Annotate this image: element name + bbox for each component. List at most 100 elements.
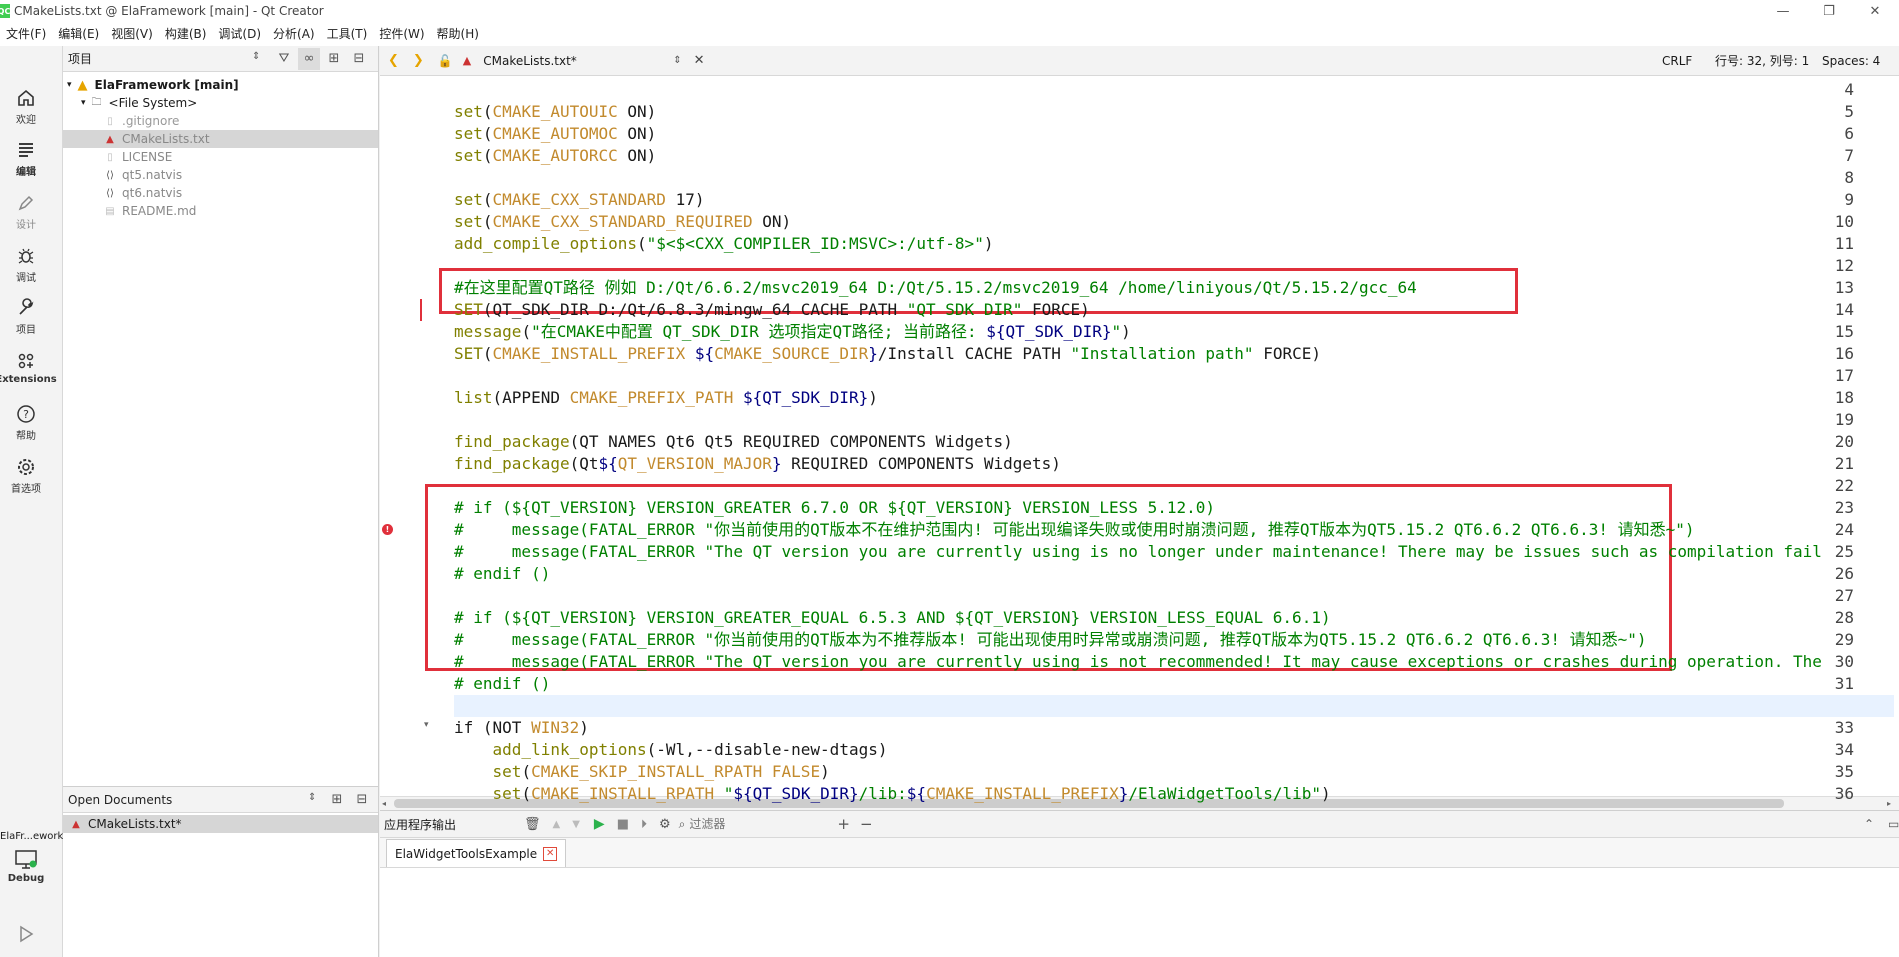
open-document-item[interactable]: ▲ CMakeLists.txt* [63,815,378,833]
code-line[interactable]: # message(FATAL_ERROR "The QT version yo… [454,651,1822,673]
up-arrow-icon[interactable]: ▲ [553,819,561,830]
zoom-in-icon[interactable]: + [837,815,850,833]
open-documents-title[interactable]: Open Documents [68,793,268,807]
back-icon[interactable]: ❮ [388,53,399,68]
code-line[interactable]: set(CMAKE_CXX_STANDARD 17) [454,189,704,211]
code-line[interactable]: set(CMAKE_CXX_STANDARD_REQUIRED ON) [454,211,791,233]
mode-debug[interactable]: 调试 [0,244,52,284]
collapse-icon[interactable]: ⊟ [351,789,373,811]
code-line[interactable]: SET(QT_SDK_DIR D:/Qt/6.8.3/mingw_64 CACH… [454,299,1090,321]
output-filter-input[interactable] [689,814,830,834]
mode-help[interactable]: ? 帮助 [0,402,52,442]
code-line[interactable]: set(CMAKE_AUTORCC ON) [454,145,656,167]
file-icon: ▤ [105,205,115,217]
code-line[interactable]: # if (${QT_VERSION} VERSION_GREATER_EQUA… [454,607,1331,629]
code-line[interactable] [454,695,1894,717]
mode-edit[interactable]: 编辑 [0,138,52,178]
mode-extensions[interactable]: Extensions [0,349,57,385]
code-line[interactable]: message("在CMAKE中配置 QT_SDK_DIR 选项指定QT路径; … [454,321,1131,343]
mode-welcome[interactable]: 欢迎 [0,86,52,126]
project-view-combo[interactable]: 项目 [68,50,268,67]
menu-build[interactable]: 构建(B) [159,22,213,46]
close-panel-icon[interactable]: ▭ [1888,817,1899,831]
line-ending-indicator[interactable]: CRLF [1662,54,1692,68]
tree-file-license[interactable]: ▯ LICENSE [103,148,172,166]
scroll-left-icon[interactable]: ◂ [382,799,390,808]
code-line[interactable]: # if (${QT_VERSION} VERSION_GREATER 6.7.… [454,497,1215,519]
code-line[interactable]: list(APPEND CMAKE_PREFIX_PATH ${QT_SDK_D… [454,387,878,409]
mode-design[interactable]: 设计 [0,191,52,231]
line-number: 12 [1834,256,1854,275]
trash-icon[interactable]: 🗑 [524,817,541,832]
code-line[interactable]: # message(FATAL_ERROR "你当前使用的QT版本不在维护范围内… [454,519,1695,541]
output-tab-elawidgettoolsexample[interactable]: ElaWidgetToolsExample ✕ [386,839,567,867]
tree-project-root[interactable]: ▾ ▲ ElaFramework [main] [67,76,239,94]
code-line[interactable]: if (NOT WIN32) [454,717,589,739]
menu-file[interactable]: 文件(F) [0,22,52,46]
run-icon[interactable]: ▶ [594,816,605,832]
restore-icon[interactable]: ❐ [1806,0,1852,22]
minimize-icon[interactable]: — [1760,0,1806,22]
maximize-panel-icon[interactable]: ⌃ [1864,817,1874,831]
tree-file-qt6-natvis[interactable]: ⟨⟩ qt6.natvis [103,184,182,202]
menu-debug[interactable]: 调试(D) [212,22,267,46]
attach-debugger-icon[interactable]: ⏵ [641,817,647,832]
mode-preferences[interactable]: 首选项 [0,455,52,495]
stop-icon[interactable]: ■ [617,817,629,832]
code-line[interactable]: SET(CMAKE_INSTALL_PREFIX ${CMAKE_SOURCE_… [454,343,1321,365]
code-line[interactable]: set(CMAKE_INSTALL_RPATH "${QT_SDK_DIR}/l… [454,783,1331,805]
close-icon[interactable]: ✕ [1852,0,1898,22]
code-line[interactable]: set(CMAKE_AUTOUIC ON) [454,101,656,123]
tree-file-qt5-natvis[interactable]: ⟨⟩ qt5.natvis [103,166,182,184]
code-line[interactable]: # message(FATAL_ERROR "The QT version yo… [454,541,1822,563]
menu-analyze[interactable]: 分析(A) [267,22,321,46]
cursor-position-indicator[interactable]: 行号: 32, 列号: 1 [1715,52,1809,69]
line-number: 6 [1844,124,1854,143]
menu-help[interactable]: 帮助(H) [431,22,485,46]
expand-arrow-icon: ▾ [67,80,72,90]
error-marker-icon[interactable]: ! [382,524,393,535]
code-line[interactable]: set(CMAKE_AUTOMOC ON) [454,123,656,145]
zoom-out-icon[interactable]: − [860,815,873,833]
code-line[interactable]: add_link_options(-Wl,--disable-new-dtags… [454,739,888,761]
tree-file-gitignore[interactable]: ▯ .gitignore [103,112,179,130]
close-tab-icon[interactable]: ✕ [543,846,558,861]
lock-icon[interactable]: 🔓 [438,54,453,68]
menu-view[interactable]: 视图(V) [105,22,159,46]
menu-edit[interactable]: 编辑(E) [52,22,105,46]
editor-file-combo[interactable]: CMakeLists.txt* [483,54,673,68]
code-line[interactable]: add_compile_options("$<$<CXX_COMPILER_ID… [454,233,993,255]
line-number: 27 [1834,586,1854,605]
tree-file-cmakelists[interactable]: ▲ CMakeLists.txt [63,130,378,148]
close-document-icon[interactable]: ✕ [694,53,705,68]
fold-arrow-icon[interactable]: ▾ [424,720,429,730]
tree-file-readme[interactable]: ▤ README.md [103,202,196,220]
kit-selector[interactable]: Debug [0,848,52,884]
line-number: 17 [1834,366,1854,385]
code-line[interactable]: set(CMAKE_SKIP_INSTALL_RPATH FALSE) [454,761,830,783]
code-line[interactable]: #在这里配置QT路径 例如 D:/Qt/6.6.2/msvc2019_64 D:… [454,277,1417,299]
line-number: 15 [1834,322,1854,341]
run-button[interactable] [0,922,52,946]
mode-projects[interactable]: 项目 [0,296,52,336]
split-icon[interactable]: ⊞ [323,48,345,70]
scroll-right-icon[interactable]: ▸ [1887,799,1895,808]
forward-icon[interactable]: ❯ [413,53,424,68]
file-label: CMakeLists.txt [122,132,210,146]
filter-icon[interactable]: ⛛ [273,48,295,70]
settings-gear-icon[interactable]: ⚙ [659,817,671,832]
combo-arrows-icon: ⇕ [308,792,317,803]
code-line[interactable]: # message(FATAL_ERROR "你当前使用的QT版本为不推荐版本!… [454,629,1647,651]
code-line[interactable]: find_package(QT NAMES Qt6 Qt5 REQUIRED C… [454,431,1013,453]
link-icon[interactable]: ∞ [298,47,320,70]
down-arrow-icon[interactable]: ▼ [572,819,580,830]
code-line[interactable]: # endif () [454,673,550,695]
indentation-indicator[interactable]: Spaces: 4 [1822,54,1880,68]
collapse-icon[interactable]: ⊟ [348,48,370,70]
split-icon[interactable]: ⊞ [326,789,348,811]
menu-tools[interactable]: 工具(T) [321,22,374,46]
tree-filesystem[interactable]: ▾ 🗀 <File System> [81,94,197,112]
code-line[interactable]: # endif () [454,563,550,585]
menu-widgets[interactable]: 控件(W) [373,22,430,46]
code-line[interactable]: find_package(Qt${QT_VERSION_MAJOR} REQUI… [454,453,1061,475]
